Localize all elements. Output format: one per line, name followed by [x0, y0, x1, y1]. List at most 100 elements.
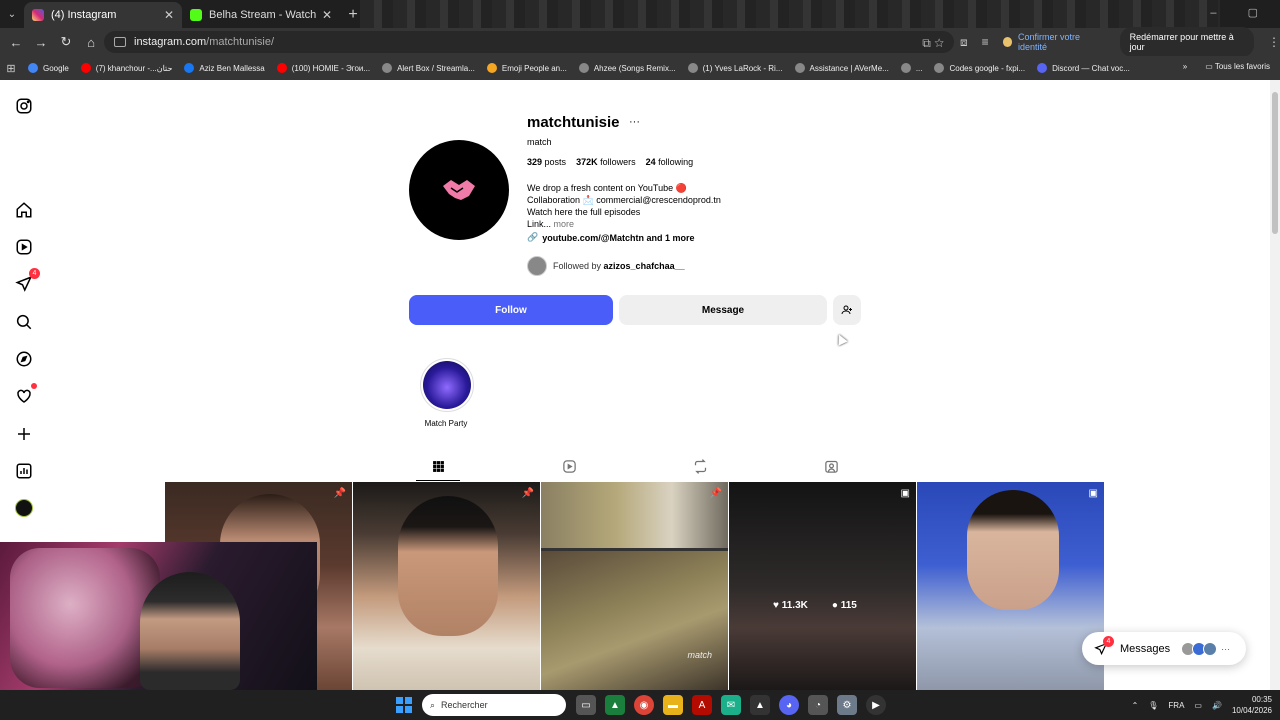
comments-count: 115 — [840, 600, 857, 611]
bookmark-item[interactable]: ... — [900, 63, 922, 73]
bookmark-item[interactable]: Google — [28, 63, 69, 73]
posts-count: 329 — [527, 157, 543, 167]
tab-reposts-icon[interactable] — [692, 458, 708, 474]
bookmark-item[interactable]: Aziz Ben Mallessa — [184, 63, 265, 73]
confirm-identity-button[interactable]: Confirmer votre identité — [1002, 32, 1106, 52]
search-icon[interactable] — [14, 312, 34, 332]
dashboard-chart-icon[interactable] — [14, 461, 34, 481]
profile-external-link[interactable]: 🔗 youtube.com/@Matchtn and 1 more — [527, 232, 695, 243]
follower-avatar — [527, 256, 547, 276]
globe-icon — [687, 63, 698, 73]
settings-gear-icon[interactable]: ⚙ — [837, 695, 857, 715]
chat-app-icon[interactable]: ✉ — [721, 695, 741, 715]
profile-avatar-icon[interactable] — [14, 498, 34, 518]
address-bar[interactable]: instagram.com/matchtunisie/ ⧉ ☆ — [104, 31, 954, 53]
bookmark-item[interactable]: Discord — Chat voc... — [1037, 63, 1130, 73]
close-tab-icon[interactable]: ✕ — [164, 8, 174, 22]
forward-arrow-icon[interactable]: → — [29, 30, 53, 54]
tray-chevron-icon[interactable]: ⌃ — [1132, 701, 1139, 710]
post-thumbnail[interactable]: match 📌 — [541, 482, 728, 690]
acrobat-icon[interactable]: A — [692, 695, 712, 715]
discord-icon — [1037, 63, 1048, 73]
notifications-heart-icon[interactable] — [14, 383, 37, 406]
options-more-icon[interactable]: ··· — [629, 116, 640, 128]
post-thumbnail[interactable]: 📌 — [353, 482, 540, 690]
tab-posts-grid-icon[interactable] — [416, 458, 460, 481]
bookmark-item[interactable]: Emoji People an... — [486, 63, 567, 73]
post-watermark: match — [687, 650, 712, 660]
bookmark-label: Emoji People an... — [501, 63, 567, 73]
apps-grid-icon[interactable]: ⊞ — [0, 62, 22, 75]
story-highlight[interactable] — [420, 358, 474, 412]
following-stat[interactable]: 24 following — [646, 157, 694, 167]
streaming-app-icon[interactable]: ▲ — [750, 695, 770, 715]
restart-update-button[interactable]: Redémarrer pour mettre à jour — [1119, 27, 1254, 57]
post-thumbnail[interactable]: ▣ ♥ 11.3K ● 115 — [729, 482, 916, 690]
home-icon[interactable]: ⌂ — [79, 30, 103, 54]
taskbar-search-box[interactable]: ⌕ Rechercher — [422, 694, 566, 716]
bookmark-item[interactable]: Alert Box / Streamla... — [382, 63, 475, 73]
follow-button[interactable]: Follow — [409, 295, 613, 325]
post-image — [967, 490, 1059, 610]
reels-icon[interactable] — [14, 237, 34, 257]
followed-by[interactable]: Followed by azizos_chafchaa__ — [527, 256, 685, 276]
home-icon[interactable] — [14, 200, 34, 220]
windows-start-icon[interactable] — [396, 697, 412, 713]
reload-icon[interactable]: ↻ — [54, 30, 78, 54]
app-icon[interactable]: ◔ — [808, 695, 828, 715]
bookmark-item[interactable]: Assistance | AVerMe... — [794, 63, 889, 73]
tab-tagged-icon[interactable] — [823, 458, 839, 474]
profile-picture[interactable] — [409, 140, 509, 240]
page-scrollbar[interactable] — [1270, 80, 1280, 690]
more-bookmarks-chevron-icon[interactable]: » — [1183, 62, 1187, 71]
extensions-icon[interactable]: ⧈ — [960, 35, 968, 50]
comments-stat: ● 115 — [831, 600, 857, 611]
explore-compass-icon[interactable] — [14, 349, 34, 369]
language-indicator[interactable]: FRA — [1168, 701, 1184, 710]
browser-tab-kick[interactable]: Belha Stream - Watch Live on K ✕ — [182, 2, 340, 28]
post-thumbnail[interactable]: ▣ — [917, 482, 1104, 690]
chrome-icon[interactable]: ◉ — [634, 695, 654, 715]
direct-messages-icon[interactable]: 4 — [14, 268, 40, 294]
file-explorer-icon[interactable]: ▬ — [663, 695, 683, 715]
bookmark-star-icon[interactable]: ⧉ ☆ — [922, 36, 944, 51]
bookmark-item[interactable]: Ahzee (Songs Remix... — [578, 63, 676, 73]
media-controls-icon[interactable]: ≡ — [982, 35, 989, 49]
browser-menu-icon[interactable]: ⋮ — [1268, 35, 1280, 49]
close-tab-icon[interactable]: ✕ — [322, 8, 332, 22]
discord-icon[interactable]: ◕ — [779, 695, 799, 715]
tab-search-menu-icon[interactable]: ⌄ — [0, 0, 24, 28]
task-view-icon[interactable]: ▭ — [576, 695, 596, 715]
bookmark-item[interactable]: (1) Yves LaRock - Ri... — [687, 63, 783, 73]
bookmark-item[interactable]: Codes google - fxpi... — [934, 63, 1025, 73]
site-info-icon[interactable] — [114, 37, 126, 47]
taskbar-clock[interactable]: 00:35 10/04/2026 — [1232, 694, 1272, 716]
volume-icon[interactable]: 🔊 — [1212, 701, 1222, 710]
suggested-users-icon[interactable] — [833, 295, 861, 325]
post-image — [541, 551, 728, 690]
youtube-icon — [276, 63, 287, 73]
tab-reels-icon[interactable] — [561, 458, 577, 474]
media-player-icon[interactable]: ▶ — [866, 695, 886, 715]
recent-chat-avatars — [1181, 641, 1218, 656]
scrollbar-thumb[interactable] — [1272, 92, 1278, 234]
message-button[interactable]: Message — [619, 295, 827, 325]
followers-stat[interactable]: 372K followers — [576, 157, 636, 167]
bio-line: Link... more — [527, 218, 721, 230]
browser-tab-instagram[interactable]: (4) Instagram ✕ — [24, 2, 182, 28]
bio-more-link[interactable]: more — [554, 219, 575, 229]
bookmark-item[interactable]: (100) HOMIE - Эгои... — [276, 63, 370, 73]
all-bookmarks-folder[interactable]: ▭ Tous les favoris — [1205, 62, 1270, 71]
network-icon[interactable]: ▭ — [1194, 701, 1202, 710]
back-arrow-icon[interactable]: ← — [4, 30, 28, 54]
create-plus-icon[interactable] — [14, 424, 34, 444]
microphone-icon[interactable]: 🎙 — [1148, 701, 1158, 710]
stocks-app-icon[interactable]: ▲ — [605, 695, 625, 715]
likes-stat: ♥ 11.3K — [773, 600, 808, 611]
bookmark-item[interactable]: (7) khanchour -...حتان — [80, 63, 172, 73]
followed-by-prefix: Followed by — [553, 261, 602, 271]
instagram-logo-icon[interactable] — [14, 96, 34, 116]
window-controls[interactable]: – ▢ — [1210, 6, 1272, 19]
messages-label: Messages — [1120, 642, 1171, 655]
messages-drawer-button[interactable]: 4 Messages ··· — [1082, 632, 1246, 665]
